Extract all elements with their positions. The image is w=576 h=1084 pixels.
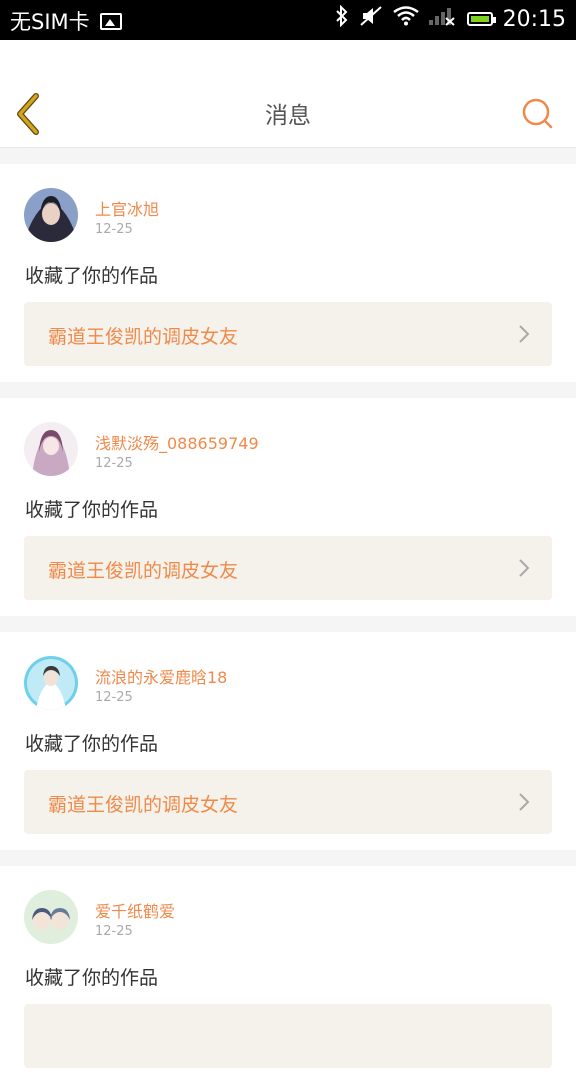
work-title: 霸道王俊凯的调皮女友: [48, 560, 239, 582]
search-icon: [522, 98, 553, 129]
work-link[interactable]: 霸道王俊凯的调皮女友: [24, 302, 552, 366]
work-title: 霸道王俊凯的调皮女友: [48, 326, 239, 348]
work-link[interactable]: [24, 1004, 552, 1068]
username[interactable]: 流浪的永爱鹿晗18: [95, 664, 227, 688]
status-bar: 无SIM卡 20:15: [0, 0, 576, 40]
clock-label: 20:15: [502, 6, 566, 32]
message-date: 12-25: [95, 456, 133, 471]
nav-bar: 消息: [0, 40, 576, 148]
action-text: 收藏了你的作品: [25, 499, 159, 521]
status-left: 无SIM卡: [10, 6, 122, 36]
message-date: 12-25: [95, 924, 133, 939]
action-text: 收藏了你的作品: [25, 967, 159, 989]
chevron-right-icon: [519, 559, 530, 577]
image-notification-icon: [99, 12, 122, 30]
message-card: 浅默淡殇_088659749 12-25 收藏了你的作品 霸道王俊凯的调皮女友: [0, 398, 576, 616]
avatar[interactable]: [24, 656, 78, 710]
message-card: 爱千纸鹤爱 12-25 收藏了你的作品: [0, 866, 576, 1084]
work-title: 霸道王俊凯的调皮女友: [48, 794, 239, 816]
bluetooth-icon: [335, 4, 349, 33]
avatar[interactable]: [24, 188, 78, 242]
page-title: 消息: [265, 103, 311, 129]
status-right: 20:15: [335, 4, 566, 33]
username[interactable]: 上官冰旭: [95, 196, 159, 220]
username[interactable]: 浅默淡殇_088659749: [95, 430, 259, 454]
carrier-label: 无SIM卡: [10, 10, 90, 34]
work-link[interactable]: 霸道王俊凯的调皮女友: [24, 536, 552, 600]
search-button[interactable]: [520, 96, 556, 132]
message-date: 12-25: [95, 690, 133, 705]
wifi-icon: [392, 6, 419, 32]
chevron-right-icon: [519, 793, 530, 811]
chevron-right-icon: [519, 325, 530, 343]
action-text: 收藏了你的作品: [25, 733, 159, 755]
battery-icon: [466, 12, 496, 26]
work-link[interactable]: 霸道王俊凯的调皮女友: [24, 770, 552, 834]
username[interactable]: 爱千纸鹤爱: [95, 898, 175, 922]
message-card: 流浪的永爱鹿晗18 12-25 收藏了你的作品 霸道王俊凯的调皮女友: [0, 632, 576, 850]
mute-icon: [359, 5, 383, 33]
message-card: 上官冰旭 12-25 收藏了你的作品 霸道王俊凯的调皮女友: [0, 164, 576, 382]
avatar[interactable]: [24, 422, 78, 476]
signal-icon: [428, 6, 457, 32]
avatar[interactable]: [24, 890, 78, 944]
action-text: 收藏了你的作品: [25, 265, 159, 287]
message-date: 12-25: [95, 222, 133, 237]
